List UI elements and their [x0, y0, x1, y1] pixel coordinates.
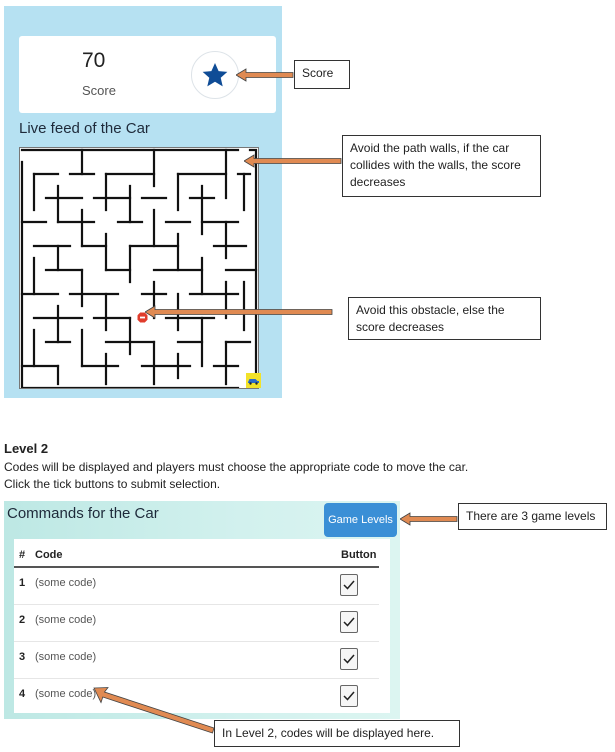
car-icon	[248, 378, 259, 385]
codes-callout: In Level 2, codes will be displayed here…	[214, 720, 460, 747]
score-arrow	[236, 68, 294, 82]
star-icon	[202, 62, 228, 86]
table-row: 3 (some code)	[14, 642, 379, 679]
levels-callout: There are 3 game levels	[458, 503, 607, 530]
check-icon	[343, 580, 355, 590]
game-levels-button[interactable]: Game Levels	[324, 503, 397, 537]
level-instruction: Click the tick buttons to submit selecti…	[4, 477, 221, 491]
live-feed-title: Live feed of the Car	[19, 120, 150, 137]
row-number: 2	[19, 614, 26, 626]
row-code: (some code)	[35, 614, 97, 626]
commands-title: Commands for the Car	[7, 505, 159, 522]
column-header-num: #	[19, 549, 26, 561]
table-row: 1 (some code)	[14, 568, 379, 605]
column-header-button: Button	[341, 549, 377, 561]
row-code: (some code)	[35, 688, 97, 700]
row-number: 3	[19, 651, 26, 663]
car	[246, 373, 261, 388]
check-icon	[343, 691, 355, 701]
row-code: (some code)	[35, 577, 97, 589]
column-header-code: Code	[35, 549, 63, 561]
level-heading: Level 2	[4, 441, 49, 456]
row-number: 4	[19, 688, 26, 700]
tick-button[interactable]	[340, 685, 358, 707]
tick-button[interactable]	[340, 574, 358, 596]
table-row: 2 (some code)	[14, 605, 379, 642]
walls-callout: Avoid the path walls, if the car collide…	[342, 135, 541, 197]
row-code: (some code)	[35, 651, 97, 663]
level-description: Codes will be displayed and players must…	[4, 460, 469, 474]
check-icon	[343, 654, 355, 664]
score-value: 70	[82, 49, 106, 72]
check-icon	[343, 617, 355, 627]
tick-button[interactable]	[340, 648, 358, 670]
score-label: Score	[82, 83, 116, 98]
levels-arrow	[400, 512, 458, 526]
score-callout: Score	[294, 60, 350, 89]
obstacle-arrow	[145, 305, 333, 319]
codes-arrow	[93, 687, 215, 734]
maze-walls	[20, 148, 258, 390]
obstacle-callout: Avoid this obstacle, else the score decr…	[348, 297, 541, 340]
maze-view	[19, 147, 261, 390]
row-number: 1	[19, 577, 26, 589]
tick-button[interactable]	[340, 611, 358, 633]
score-badge	[191, 51, 239, 99]
live-feed-panel: 70 Score Live feed of the Car	[4, 6, 282, 398]
walls-arrow	[244, 154, 342, 168]
